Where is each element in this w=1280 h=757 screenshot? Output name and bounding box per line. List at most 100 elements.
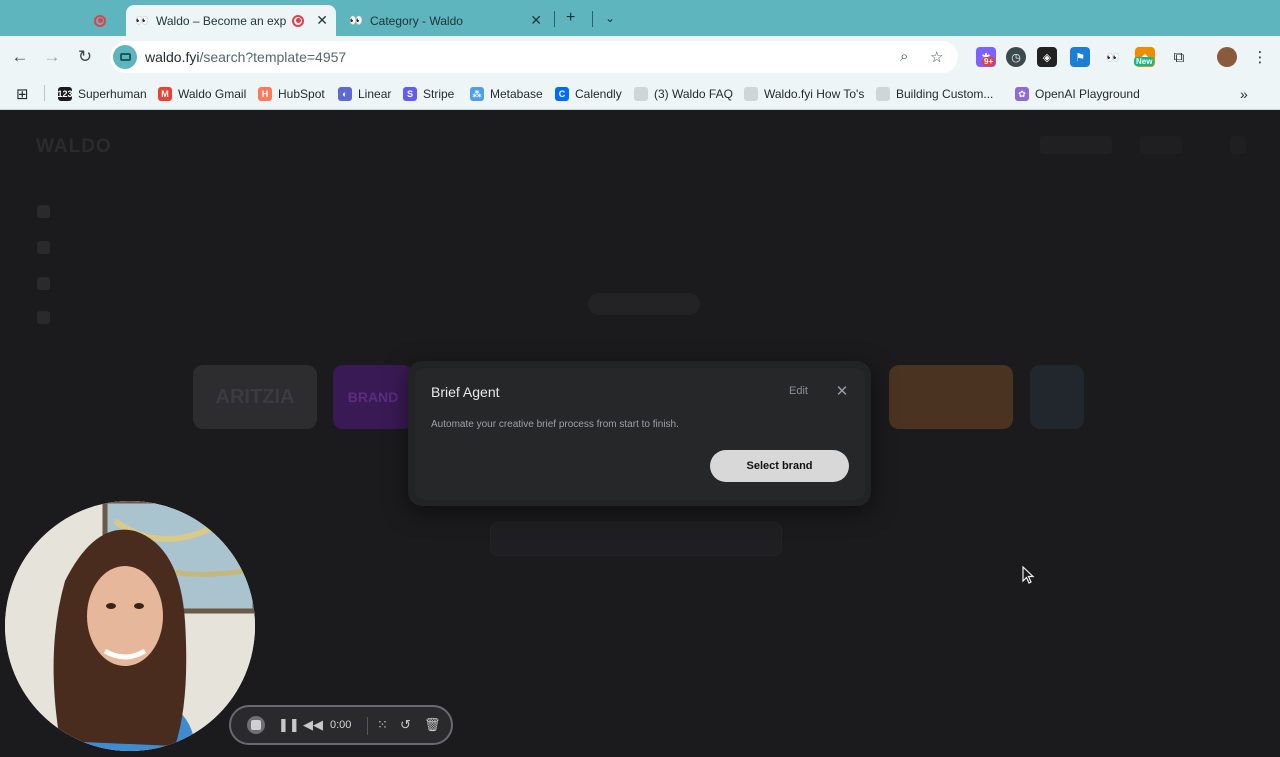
metabase-icon: ⁂ [470, 87, 484, 101]
bookmark-doc[interactable]: Building Custom... [876, 85, 993, 103]
bookmark-label: Waldo.fyi How To's [764, 87, 865, 101]
rewind-icon[interactable]: ◀◀ [303, 717, 323, 733]
bookmark-linear[interactable]: ◐ Linear [338, 85, 391, 103]
stripe-icon: S [403, 87, 417, 101]
trash-icon[interactable]: 🗑 [424, 717, 441, 733]
webcam-bubble[interactable] [5, 501, 255, 751]
openai-icon: ✿ [1015, 87, 1029, 101]
brief-agent-modal: Brief Agent Edit ✕ Automate your creativ… [415, 368, 865, 500]
reload-icon[interactable]: ↻ [75, 47, 95, 67]
new-tab-icon[interactable]: + [566, 9, 575, 27]
howto-icon [744, 87, 758, 101]
header-icon-dimmed[interactable] [1230, 136, 1246, 154]
brand-card-orange[interactable] [889, 365, 1013, 429]
brand-card-purple[interactable]: BRAND [333, 365, 413, 429]
search-bar-dimmed[interactable] [490, 522, 782, 556]
url-host: waldo.fyi [145, 49, 200, 65]
tab-record-icon [292, 14, 304, 27]
close-tab-icon[interactable]: ✕ [530, 12, 542, 29]
sidebar-home-icon[interactable] [37, 205, 50, 218]
url-text[interactable]: waldo.fyi/search?template=4957 [145, 49, 346, 65]
address-bar[interactable]: waldo.fyi/search?template=4957 ⌕ ☆ [110, 41, 958, 73]
tab-title: Category - Waldo [370, 13, 463, 28]
brand-card-label: BRAND [347, 389, 399, 405]
tab-recording[interactable] [84, 5, 124, 36]
puzzle-extensions-icon[interactable]: ⧉ [1169, 47, 1189, 67]
hubspot-icon: H [258, 87, 272, 101]
tab-waldo-expert[interactable]: 👀 Waldo – Become an expert ✕ [126, 5, 336, 36]
welcome-pill-dimmed[interactable] [588, 293, 700, 315]
url-path: /search?template=4957 [199, 49, 347, 65]
notification-badge: 9+ [982, 57, 996, 66]
apps-grid-icon[interactable]: ⊞ [16, 85, 29, 103]
gmail-icon: M [158, 87, 172, 101]
select-brand-button[interactable]: Select brand [710, 450, 849, 482]
tab-search-chevron-icon[interactable]: ⌄ [605, 11, 615, 25]
waldo-favicon-icon: 👀 [349, 15, 363, 27]
waldo-favicon-icon: 👀 [135, 15, 149, 27]
bookmark-label: HubSpot [278, 87, 325, 101]
forward-arrow-icon[interactable]: → [42, 47, 62, 67]
layers-extension-icon[interactable]: ◈ [1037, 47, 1057, 67]
bookmark-label: Building Custom... [896, 87, 994, 101]
brand-card-aritzia[interactable]: ARITZIA [193, 365, 317, 429]
faq-icon [634, 87, 648, 101]
bookmark-superhuman[interactable]: 123 Superhuman [57, 85, 147, 103]
bookmark-metabase[interactable]: ⁂ Metabase [470, 85, 543, 103]
recording-controls: ❚❚ ◀◀ 0:00 ⁙ ↺ 🗑 [229, 705, 453, 745]
bookmark-calendly[interactable]: C Calendly [555, 85, 622, 103]
restart-icon[interactable]: ↺ [400, 717, 411, 733]
bookmark-hubspot[interactable]: H HubSpot [258, 85, 325, 103]
modal-title: Brief Agent [431, 384, 500, 400]
sidebar-settings-icon[interactable] [37, 311, 50, 324]
camera-site-icon[interactable] [113, 45, 137, 69]
bookmark-label: Linear [358, 87, 392, 101]
bookmark-label: Stripe [423, 87, 455, 101]
waldo-logo: WALDO [36, 136, 112, 157]
header-button-dimmed[interactable] [1040, 136, 1112, 154]
new-badge: New [1134, 57, 1155, 66]
zoom-icon[interactable]: ⌕ [900, 48, 908, 65]
tab-category-waldo[interactable]: 👀 Category - Waldo ✕ [340, 5, 550, 36]
grid-dots-icon[interactable]: ⁙ [377, 717, 388, 733]
tab-divider [592, 11, 593, 27]
clock-extension-icon[interactable]: ◷ [1006, 47, 1026, 67]
bookmark-label: Calendly [575, 87, 622, 101]
header-button-dimmed[interactable] [1140, 136, 1182, 154]
brand-card-label: ARITZIA [215, 385, 295, 408]
browser-toolbar: ← → ↻ waldo.fyi/search?template=4957 ⌕ ☆… [0, 36, 1280, 78]
recorder-divider [367, 717, 368, 735]
close-tab-icon[interactable]: ✕ [316, 12, 328, 29]
bookmark-gmail[interactable]: M Waldo Gmail [158, 85, 246, 103]
new-extension-icon[interactable]: ◆ New [1134, 47, 1155, 67]
modal-description: Automate your creative brief process fro… [431, 419, 679, 430]
record-icon [94, 14, 106, 27]
menu-kebab-icon[interactable]: ⋮ [1250, 47, 1270, 67]
linear-icon: ◐ [338, 87, 352, 101]
close-icon[interactable]: ✕ [835, 382, 849, 400]
back-arrow-icon[interactable]: ← [10, 47, 30, 67]
bookmark-label: Waldo Gmail [178, 87, 247, 101]
tab-title: Waldo – Become an expert [156, 13, 286, 28]
brand-card-partial[interactable] [1030, 365, 1084, 429]
pause-icon[interactable]: ❚❚ [278, 717, 300, 733]
stop-recording-button[interactable] [247, 716, 265, 734]
webcam-person-image [5, 501, 255, 751]
bookmark-label: Superhuman [78, 87, 147, 101]
bookmark-star-icon[interactable]: ☆ [930, 48, 943, 66]
flag-extension-icon[interactable]: ⚑ [1070, 47, 1090, 67]
bookmark-faq[interactable]: (3) Waldo FAQ [634, 85, 733, 103]
extension-icon[interactable]: ✱ 9+ [976, 47, 996, 67]
waldo-extension-icon[interactable]: 👀 [1103, 47, 1123, 67]
more-bookmarks-icon[interactable]: » [1240, 85, 1248, 103]
sidebar-folder-icon[interactable] [37, 277, 50, 290]
bookmark-howto[interactable]: Waldo.fyi How To's [744, 85, 864, 103]
profile-avatar[interactable] [1217, 47, 1237, 67]
mouse-cursor-icon [1022, 566, 1035, 584]
bookmark-openai[interactable]: ✿ OpenAI Playground [1015, 85, 1140, 103]
sidebar-search-icon[interactable] [37, 241, 50, 254]
recording-timer: 0:00 [330, 719, 352, 731]
bookmark-stripe[interactable]: S Stripe [403, 85, 454, 103]
bookmarks-bar: ⊞ 123 Superhuman M Waldo Gmail H HubSpot ◐ Line… [0, 78, 1280, 110]
edit-button[interactable]: Edit [789, 385, 808, 397]
